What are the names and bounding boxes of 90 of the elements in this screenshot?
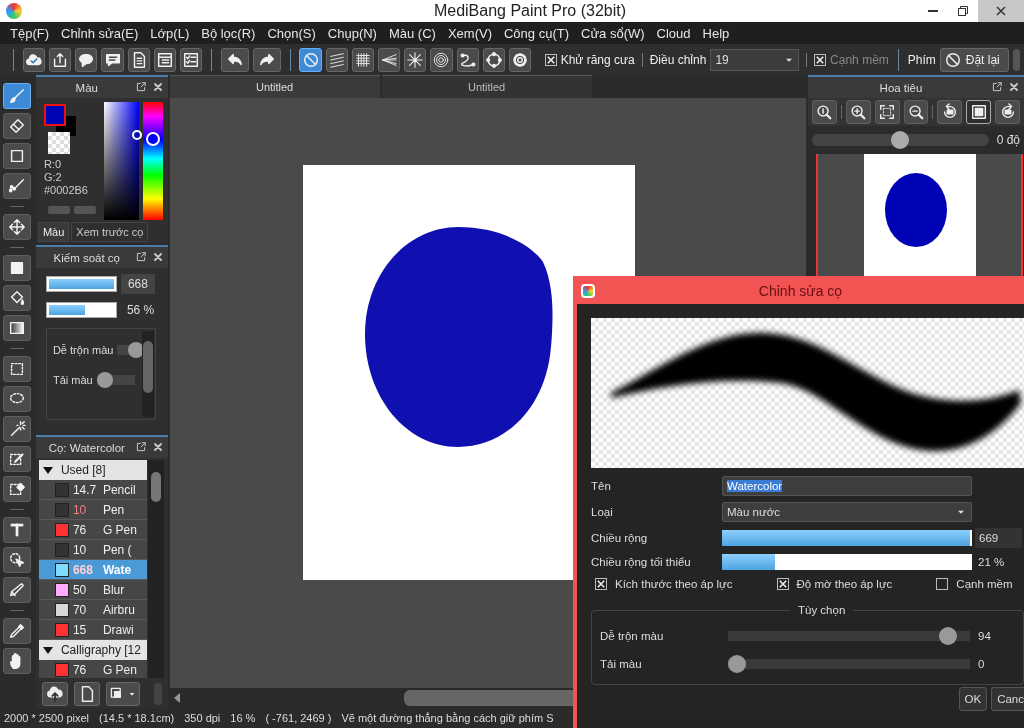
panel-title: Kiếm soát cọ: [53, 251, 120, 264]
menu-item[interactable]: Bộ lọc(R): [195, 25, 262, 41]
color-value: R:0: [43, 158, 63, 171]
menu-item[interactable]: Xem(V): [441, 25, 498, 41]
field-label: Chiều rộng: [591, 532, 649, 544]
brush-name: G Pen: [102, 662, 137, 677]
brush-name: Pen (: [102, 542, 132, 557]
brush-size: 14.7: [72, 482, 98, 497]
brush-size: 76: [72, 522, 88, 537]
panel-tab[interactable]: Xem trước cọ: [71, 222, 149, 242]
brush-size: 70: [72, 602, 88, 617]
dialog-button[interactable]: Canc: [991, 687, 1024, 711]
brush-item[interactable]: 76 G Pen: [38, 660, 147, 678]
dialog-title: Chỉnh sửa cọ: [758, 282, 843, 299]
menu-item[interactable]: Chỉnh sửa(E): [55, 25, 145, 41]
slider-label: Tải màu: [600, 658, 643, 670]
field-label: Chiều rộng tối thiểu: [591, 556, 692, 568]
brush-name: Pen: [102, 502, 125, 517]
brush-item[interactable]: 70 Airbru: [38, 600, 147, 620]
hex-value: #0002B6: [43, 184, 88, 197]
group-title: Tùy chọn: [797, 604, 847, 616]
menu-item[interactable]: Màu (C): [382, 25, 442, 41]
brush-group-header[interactable]: Used [8]: [38, 460, 147, 480]
menu-item[interactable]: Chọn(S): [261, 25, 322, 41]
menu-item[interactable]: Cửa sổ(W): [575, 25, 651, 41]
brush-name: Wate: [102, 562, 132, 577]
percent-value: 56 %: [125, 303, 155, 317]
option-label: Dễ trộn màu: [52, 344, 114, 356]
brush-name: Drawi: [102, 622, 134, 637]
rotation-value: 0 độ: [996, 133, 1020, 147]
brush-group-header[interactable]: Calligraphy [12: [38, 640, 147, 660]
document-tab[interactable]: Untitled: [381, 75, 592, 98]
field-label: Phím: [907, 52, 936, 67]
menu-item[interactable]: Công cụ(T): [497, 25, 575, 41]
brush-item[interactable]: 14.7 Pencil: [38, 480, 147, 500]
brush-size: 76: [72, 662, 88, 677]
option-label: Tải màu: [52, 374, 93, 386]
field-label: Tên: [591, 480, 612, 492]
menu-item[interactable]: Tệp(F): [4, 25, 55, 41]
panel-tab[interactable]: Màu: [37, 222, 70, 242]
percent-value: 21 %: [977, 556, 1006, 568]
brush-item[interactable]: 50 Blur: [38, 580, 147, 600]
group-label: Calligraphy [12: [60, 643, 141, 657]
menu-item[interactable]: Chụp(N): [321, 25, 383, 41]
width-value[interactable]: 668: [120, 274, 155, 294]
panel-title: Cọ: Watercolor: [48, 441, 125, 454]
document-tab[interactable]: Untitled: [169, 75, 380, 98]
brush-size: 10: [72, 502, 88, 517]
brush-size: 15: [72, 622, 88, 637]
name-field[interactable]: Watercolor: [722, 476, 972, 496]
slider-value: 94: [977, 630, 992, 642]
checkbox-label: Kích thước theo áp lực: [615, 578, 733, 590]
slider-value: 0: [977, 658, 986, 670]
window-title: MediBang Paint Pro (32bit): [432, 2, 628, 20]
checkbox-label: Khử răng cưa: [560, 52, 635, 67]
checkbox-label: Cạnh mềm: [830, 52, 889, 67]
dialog-button[interactable]: OK: [958, 687, 988, 711]
slider-label: Dễ trộn màu: [600, 630, 665, 642]
brush-item[interactable]: 15 Drawi: [38, 620, 147, 640]
status-text: Vẽ một đường thẳng bằng cách giữ phím S: [341, 712, 554, 724]
brush-item[interactable]: 10 Pen (: [38, 540, 147, 560]
brush-item[interactable]: 10 Pen: [38, 500, 147, 520]
checkbox-label: Cạnh mềm: [956, 578, 1013, 590]
status-text: 350 dpi: [184, 712, 221, 724]
field-label: Loại: [591, 506, 614, 518]
menu-item[interactable]: Cloud: [650, 25, 697, 41]
status-text: 16 %: [230, 712, 256, 724]
checkbox-label: Độ mờ theo áp lực: [796, 578, 893, 590]
reset-button[interactable]: Đặt lại: [939, 47, 1009, 72]
brush-size: 10: [72, 542, 88, 557]
brush-name: G Pen: [102, 522, 137, 537]
status-text: ( -761, 2469 ): [265, 712, 332, 724]
brush-size: 50: [72, 582, 88, 597]
type-dropdown[interactable]: Màu nước: [722, 502, 972, 522]
brush-size: 668: [72, 562, 94, 577]
menu-item[interactable]: Help: [696, 25, 736, 41]
brush-name: Airbru: [102, 602, 135, 617]
field-label: Điều chỉnh: [649, 52, 707, 67]
color-value: G:2: [43, 171, 63, 184]
panel-title: Hoa tiêu: [879, 81, 923, 94]
width-value[interactable]: 669: [975, 528, 1022, 548]
brush-item[interactable]: 76 G Pen: [38, 520, 147, 540]
panel-title: Màu: [75, 81, 98, 94]
brush-name: Blur: [102, 582, 125, 597]
status-text: (14.5 * 18.1cm): [99, 712, 175, 724]
brush-name: Pencil: [102, 482, 136, 497]
adjust-dropdown[interactable]: 19: [710, 48, 800, 71]
status-text: 2000 * 2500 pixel: [4, 712, 89, 724]
group-label: Used [8]: [60, 463, 106, 477]
menu-item[interactable]: Lớp(L): [144, 25, 196, 41]
